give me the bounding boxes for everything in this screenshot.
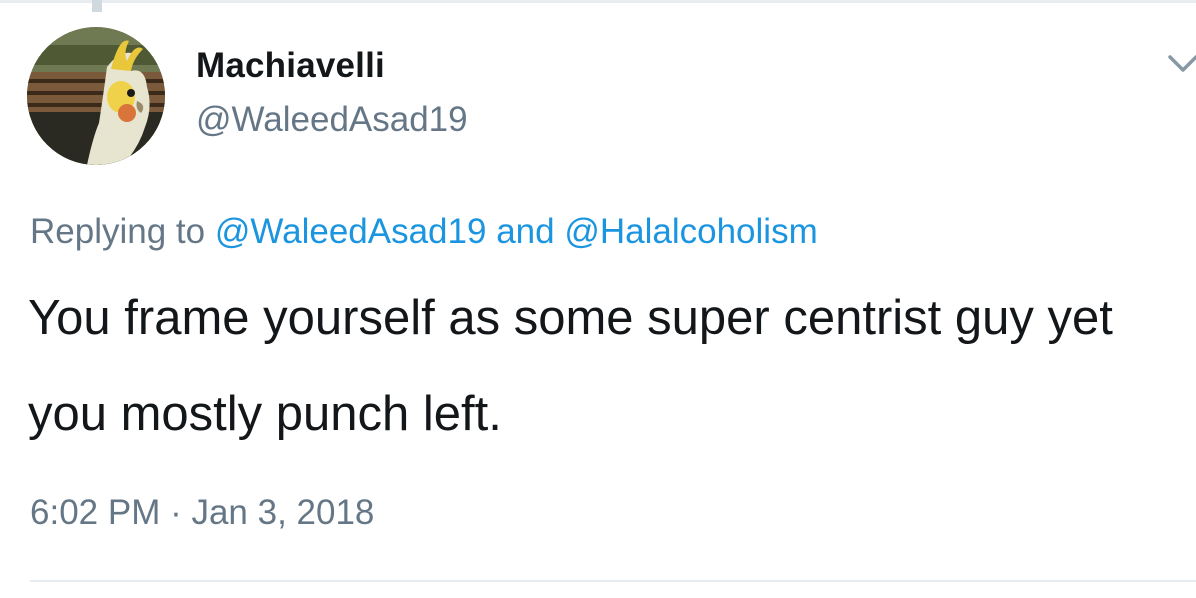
chevron-down-icon[interactable] [1167, 53, 1196, 75]
tweet-timestamp[interactable]: 6:02 PM · Jan 3, 2018 [30, 493, 374, 533]
top-divider [0, 0, 1196, 3]
avatar[interactable] [27, 27, 165, 165]
thread-connector [92, 0, 102, 12]
bottom-divider [30, 580, 1196, 582]
cockatiel-avatar-image [27, 27, 165, 165]
reply-mention-link[interactable]: @Halalcoholism [564, 212, 817, 251]
reply-joiner[interactable]: and [496, 212, 554, 251]
replying-to-label: Replying to [30, 212, 206, 251]
tweet-text: You frame yourself as some super centris… [28, 291, 1113, 441]
reply-mention-link[interactable]: @WaleedAsad19 [215, 212, 487, 251]
user-handle[interactable]: @WaleedAsad19 [196, 100, 468, 140]
replying-to: Replying to @WaleedAsad19 and @Halalcoho… [30, 212, 818, 252]
display-name[interactable]: Machiavelli [196, 46, 385, 86]
